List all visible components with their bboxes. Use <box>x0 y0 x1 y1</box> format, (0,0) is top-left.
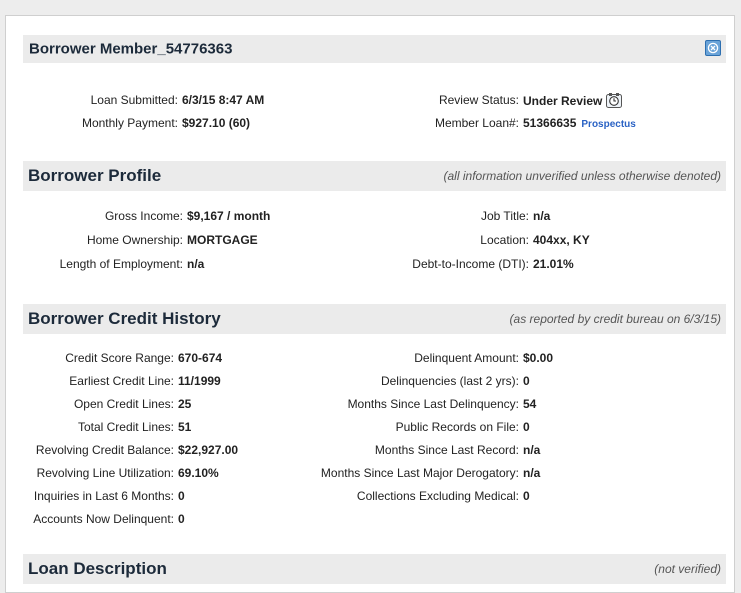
accounts-delinquent-value: 0 <box>178 512 185 526</box>
profile-header-bar: Borrower Profile (all information unveri… <box>23 161 726 191</box>
close-icon <box>707 42 719 54</box>
job-title-value: n/a <box>533 209 551 223</box>
credit-header-bar: Borrower Credit History (as reported by … <box>23 304 726 334</box>
member-loan-value-wrap: 51366635 Prospectus <box>523 116 636 130</box>
public-records-label: Public Records on File: <box>395 420 519 434</box>
close-button[interactable] <box>705 40 721 56</box>
description-title: Loan Description <box>28 559 167 578</box>
review-status-value: Under Review <box>523 94 603 108</box>
profile-note: (all information unverified unless other… <box>443 169 721 183</box>
open-credit-lines-label: Open Credit Lines: <box>73 397 174 411</box>
dti-label: Debt-to-Income (DTI): <box>412 257 529 271</box>
credit-note: (as reported by credit bureau on 6/3/15) <box>509 312 721 326</box>
member-loan-value: 51366635 <box>523 116 577 130</box>
credit-score-value: 670-674 <box>178 351 223 365</box>
revolving-balance-value: $22,927.00 <box>178 443 239 457</box>
job-title-label: Job Title: <box>480 209 529 223</box>
description-header-bar: Loan Description (not verified) <box>23 554 726 584</box>
months-since-derogatory-value: n/a <box>523 466 541 480</box>
inquiries-label: Inquiries in Last 6 Months: <box>33 489 174 503</box>
delinquent-amount-value: $0.00 <box>523 351 554 365</box>
dti-value: 21.01% <box>533 257 574 271</box>
profile-title: Borrower Profile <box>28 166 162 185</box>
monthly-payment-value: $927.10 (60) <box>182 116 251 130</box>
public-records-value: 0 <box>523 420 530 434</box>
home-ownership-label: Home Ownership: <box>86 233 183 247</box>
delinquencies-label: Delinquencies (last 2 yrs): <box>380 374 519 388</box>
gross-income-label: Gross Income: <box>104 209 183 223</box>
accounts-delinquent-label: Accounts Now Delinquent: <box>33 512 174 526</box>
collections-label: Collections Excluding Medical: <box>356 489 519 503</box>
employment-length-label: Length of Employment: <box>59 257 183 271</box>
employment-length-value: n/a <box>187 257 205 271</box>
total-credit-lines-label: Total Credit Lines: <box>77 420 174 434</box>
months-since-delinquency-value: 54 <box>523 397 537 411</box>
credit-title: Borrower Credit History <box>28 309 221 328</box>
earliest-credit-value: 11/1999 <box>178 374 221 388</box>
monthly-payment-label: Monthly Payment: <box>81 116 178 130</box>
review-status-value-wrap: Under Review <box>523 93 623 108</box>
member-loan-label: Member Loan#: <box>434 116 519 130</box>
months-since-derogatory-label: Months Since Last Major Derogatory: <box>320 466 519 480</box>
earliest-credit-label: Earliest Credit Line: <box>69 374 174 388</box>
delinquent-amount-label: Delinquent Amount: <box>414 351 519 365</box>
description-note: (not verified) <box>654 562 721 576</box>
clock-icon[interactable] <box>606 93 623 108</box>
delinquencies-value: 0 <box>523 374 530 388</box>
loan-submitted-value: 6/3/15 8:47 AM <box>182 93 265 107</box>
collections-value: 0 <box>523 489 530 503</box>
total-credit-lines-value: 51 <box>178 420 192 434</box>
revolving-balance-label: Revolving Credit Balance: <box>35 443 174 457</box>
months-since-record-label: Months Since Last Record: <box>374 443 519 457</box>
location-value: 404xx, KY <box>533 233 590 247</box>
inquiries-value: 0 <box>178 489 185 503</box>
gross-income-value: $9,167 / month <box>187 209 271 223</box>
open-credit-lines-value: 25 <box>178 397 192 411</box>
months-since-record-value: n/a <box>523 443 541 457</box>
review-status-label: Review Status: <box>438 93 519 107</box>
borrower-header-bar: Borrower Member_54776363 <box>23 35 726 63</box>
revolving-utilization-label: Revolving Line Utilization: <box>36 466 174 480</box>
borrower-title: Borrower Member_54776363 <box>29 40 233 58</box>
prospectus-link[interactable]: Prospectus <box>581 119 635 130</box>
location-label: Location: <box>480 233 529 247</box>
credit-score-label: Credit Score Range: <box>65 351 174 365</box>
home-ownership-value: MORTGAGE <box>187 233 258 247</box>
borrower-panel: Borrower Member_54776363 Loan Submitted:… <box>5 15 735 593</box>
months-since-delinquency-label: Months Since Last Delinquency: <box>347 397 519 411</box>
revolving-utilization-value: 69.10% <box>178 466 219 480</box>
loan-submitted-label: Loan Submitted: <box>90 93 178 107</box>
